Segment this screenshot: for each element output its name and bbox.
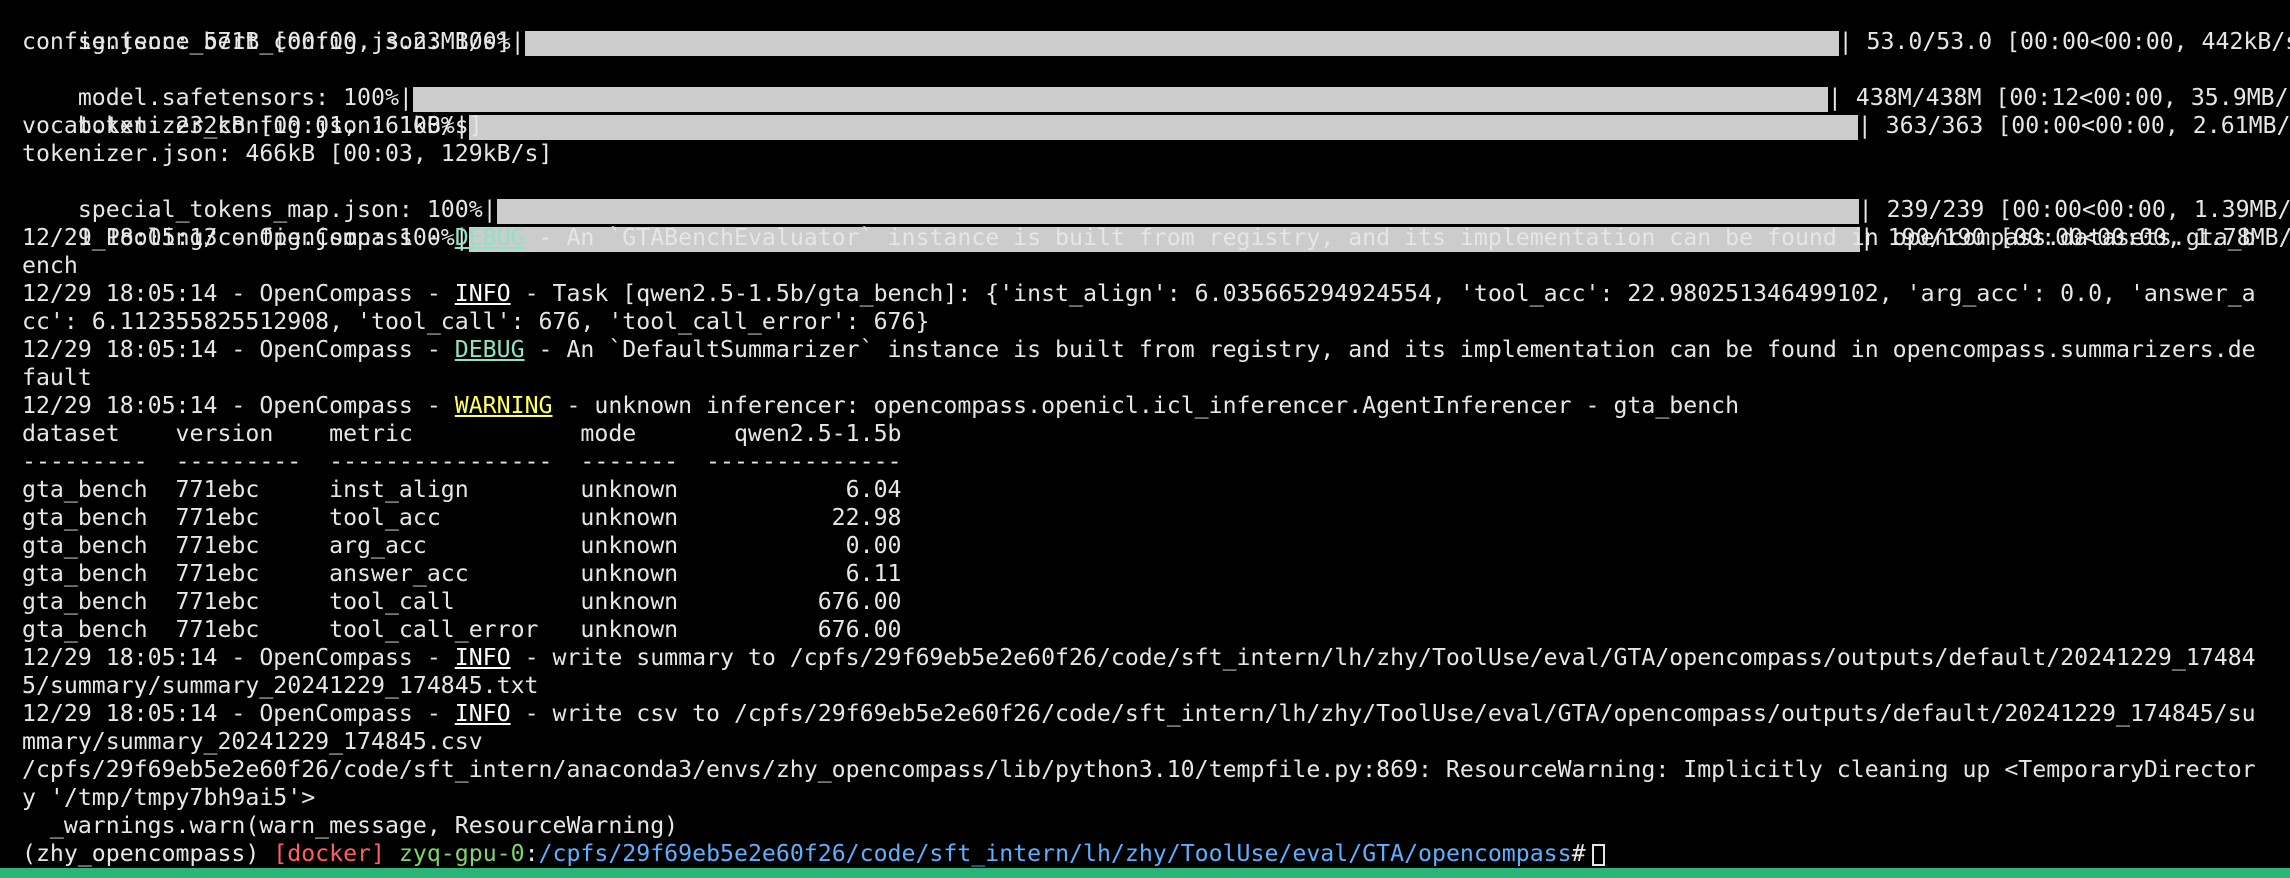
log-line: 12/29 18:05:14 - OpenCompass - INFO - wr…	[22, 700, 2256, 727]
table-row: gta_bench 771ebc arg_acc unknown 0.00	[22, 532, 902, 559]
log-line-wrap: fault	[22, 364, 92, 391]
log-level: INFO	[454, 280, 511, 307]
table-row: gta_bench 771ebc tool_call unknown 676.0…	[22, 588, 902, 615]
log-line-wrap: ench	[22, 252, 78, 279]
log-line: 12/29 18:05:14 - OpenCompass - WARNING -…	[22, 392, 1740, 419]
download-line: vocab.txt: 232kB [00:01, 161kB/s]	[22, 112, 483, 139]
conda-env: (zhy_opencompass)	[22, 840, 274, 867]
log-line: 12/29 18:05:14 - OpenCompass - DEBUG - A…	[22, 336, 2256, 363]
progress-bar	[468, 112, 1858, 140]
download-line: config.json: 571B [00:00, 3.23MB/s]	[22, 28, 511, 55]
table-rule: --------- --------- ---------------- ---…	[22, 448, 902, 475]
warning-line: /cpfs/29f69eb5e2e60f26/code/sft_intern/a…	[22, 756, 2256, 783]
log-level: INFO	[454, 700, 511, 727]
table-header: dataset version metric mode qwen2.5-1.5b	[22, 420, 902, 447]
download-line: tokenizer_config.json: 100%| | 363/363 [0…	[77, 112, 2290, 140]
docker-tag: [docker]	[273, 840, 385, 867]
log-line-wrap: cc': 6.112355825512908, 'tool_call': 676…	[22, 308, 930, 335]
tmux-status-bar	[0, 868, 2290, 878]
download-line: tokenizer.json: 466kB [00:03, 129kB/s]	[22, 140, 553, 167]
table-row: gta_bench 771ebc tool_call_error unknown…	[22, 616, 902, 643]
log-level: WARNING	[454, 392, 553, 419]
log-level: DEBUG	[454, 336, 525, 363]
warning-line-wrap: y '/tmp/tmpy7bh9ai5'>	[22, 784, 316, 811]
current-directory: /cpfs/29f69eb5e2e60f26/code/sft_intern/l…	[538, 840, 1572, 867]
log-level: DEBUG	[454, 224, 525, 251]
log-line: 12/29 18:05:14 - OpenCompass - INFO - Ta…	[22, 280, 2256, 307]
shell-prompt[interactable]: (zhy_opencompass) [docker] zyq-gpu-0:/cp…	[22, 840, 1605, 868]
hostname: zyq-gpu-0	[384, 840, 525, 867]
log-level: INFO	[454, 644, 511, 671]
table-row: gta_bench 771ebc tool_acc unknown 22.98	[22, 504, 902, 531]
log-line: 12/29 18:05:13 - OpenCompass - DEBUG - A…	[22, 224, 2256, 251]
download-line: 1_Pooling/config.json: 100%| | 190/190 [0…	[77, 224, 2290, 252]
log-line-wrap: mmary/summary_20241229_174845.csv	[22, 728, 483, 755]
download-line: sentence_bert_config.json: 100%| | 53.0/5…	[77, 28, 2290, 56]
table-row: gta_bench 771ebc inst_align unknown 6.04	[22, 476, 902, 503]
download-line: special_tokens_map.json: 100%| | 239/239 …	[77, 196, 2290, 224]
warning-line: _warnings.warn(warn_message, ResourceWar…	[22, 812, 679, 839]
text-cursor[interactable]	[1591, 843, 1605, 866]
log-line-wrap: 5/summary/summary_20241229_174845.txt	[22, 672, 539, 699]
table-row: gta_bench 771ebc answer_acc unknown 6.11	[22, 560, 902, 587]
download-line: model.safetensors: 100%| | 438M/438M [00:…	[77, 84, 2290, 112]
progress-bar	[524, 28, 1839, 56]
log-line: 12/29 18:05:14 - OpenCompass - INFO - wr…	[22, 644, 2256, 671]
